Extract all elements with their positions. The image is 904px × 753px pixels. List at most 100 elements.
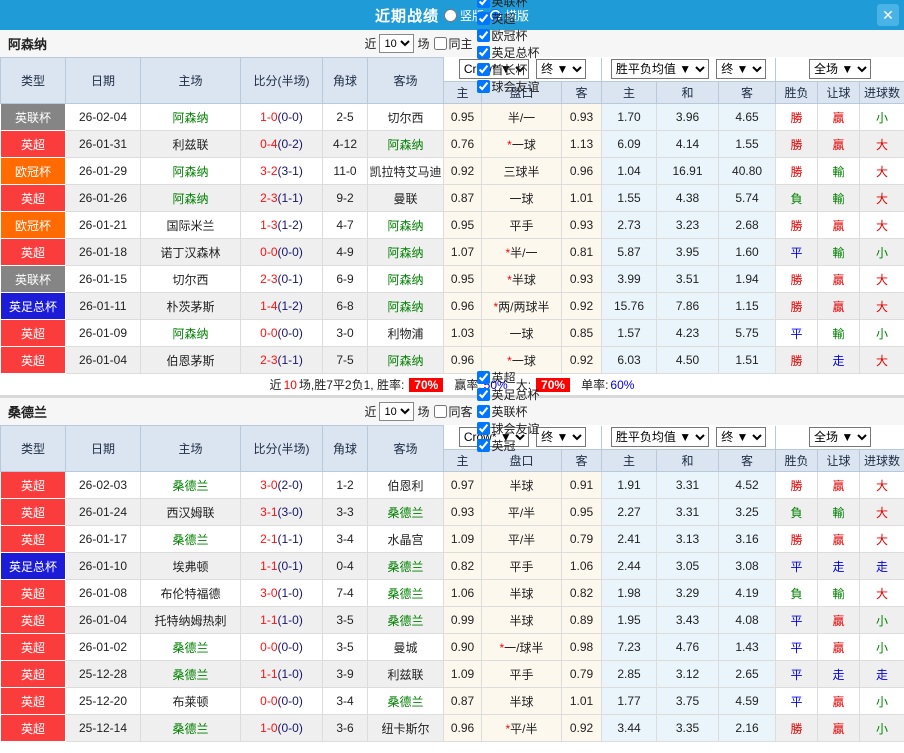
- handicap-line-cell: *半球: [481, 265, 562, 293]
- result-handicap-cell: 贏: [817, 606, 861, 634]
- scope-dropdown-group: 全场 ▼: [775, 425, 904, 450]
- handicap-away-odds-cell: 1.06: [560, 552, 603, 580]
- league-filter-checkbox[interactable]: [476, 439, 490, 452]
- league-filter-英超[interactable]: 英超: [476, 10, 540, 27]
- euro-home-odds-cell: 1.91: [601, 471, 658, 499]
- league-filter-checkbox[interactable]: [476, 388, 490, 401]
- league-filter-label: 英联杯: [491, 0, 528, 9]
- halftime-score: (0-0): [277, 721, 303, 735]
- match-type-cell: 英超: [0, 687, 66, 715]
- single-label: 单率:: [581, 378, 609, 392]
- handicap-home-odds-cell: 0.92: [443, 157, 482, 185]
- league-filter-checkbox[interactable]: [476, 28, 490, 42]
- handicap-line-text: 一/球半: [504, 640, 544, 655]
- euro-away-odds-cell: 1.51: [718, 346, 777, 374]
- league-filter-球会友谊[interactable]: 球会友谊: [476, 420, 540, 437]
- euro-home-odds-cell: 6.03: [601, 346, 658, 374]
- handicap-away-odds-cell: 0.92: [560, 346, 603, 374]
- corner-cell: 3-6: [322, 714, 368, 742]
- match-row: 英超 26-01-02 桑德兰 0-0(0-0) 3-5 曼城 0.90 *一/球半 0.98 7…: [0, 633, 904, 661]
- league-filter-checkbox[interactable]: [476, 0, 490, 8]
- result-wdl-cell: 平: [775, 238, 819, 266]
- home-team-cell: 阿森纳: [140, 184, 241, 212]
- league-filter-英联杯[interactable]: 英联杯: [476, 403, 540, 420]
- games-label: 场: [417, 405, 430, 419]
- handicap-away-odds-cell: 0.92: [560, 714, 603, 742]
- league-filters: 英超 英足总杯 英联杯 球会友谊 英冠: [476, 369, 540, 454]
- euro-draw-odds-cell: 3.75: [656, 687, 720, 715]
- match-row: 英超 26-02-03 桑德兰 3-0(2-0) 1-2 伯恩利 0.97 半球 0.91 1.9…: [0, 471, 904, 499]
- handicap-home-odds-cell: 1.09: [443, 525, 482, 553]
- home-team-cell: 诺丁汉森林: [140, 238, 241, 266]
- league-filter-checkbox[interactable]: [476, 79, 490, 93]
- handicap-away-odds-cell: 0.82: [560, 579, 603, 607]
- average-select[interactable]: 胜平负均值 ▼: [610, 59, 709, 80]
- euro-draw-odds-cell: 3.43: [656, 606, 720, 634]
- handicap-line-cell: 半/一: [481, 103, 562, 131]
- final-select-2[interactable]: 终 ▼: [716, 59, 767, 80]
- fulltime-score: 3-1: [260, 505, 278, 519]
- handicap-line-text: 半球: [509, 694, 534, 709]
- league-filter-英联杯[interactable]: 英联杯: [476, 0, 540, 10]
- result-wdl-cell: 負: [775, 579, 819, 607]
- euro-draw-odds-cell: 3.51: [656, 265, 720, 293]
- handicap-line-text: 平手: [509, 667, 534, 682]
- section-bar: 桑德兰 近 10 场 同客 英超 英足总杯 英联杯 球会友谊 英冠: [0, 371, 904, 453]
- recent-count-select[interactable]: 10: [379, 34, 415, 53]
- league-filters: 英联杯英超 欧冠杯 英足总杯 首长杯 球会友谊: [476, 0, 540, 95]
- home-team-cell: 桑德兰: [140, 525, 241, 553]
- league-filter-英冠[interactable]: 英冠: [476, 437, 540, 454]
- final-select-2[interactable]: 终 ▼: [716, 427, 767, 448]
- result-handicap-cell: 輸: [817, 498, 861, 526]
- average-select[interactable]: 胜平负均值 ▼: [610, 427, 709, 448]
- close-button[interactable]: ✕: [877, 4, 899, 26]
- final-select[interactable]: 终 ▼: [536, 59, 587, 80]
- handicap-away-odds-cell: 0.93: [560, 103, 603, 131]
- league-filter-英足总杯[interactable]: 英足总杯: [476, 386, 540, 403]
- away-team-cell: 阿森纳: [367, 211, 444, 239]
- league-filter-label: 英超: [491, 11, 516, 26]
- result-handicap-cell: 贏: [817, 211, 861, 239]
- same-venue-checkbox[interactable]: [433, 405, 447, 418]
- corner-cell: 2-5: [322, 103, 368, 131]
- match-row: 欧冠杯 26-01-29 阿森纳 3-2(3-1) 11-0 凯拉特艾马迪 0.92 三球半 0…: [0, 157, 904, 185]
- league-filter-英足总杯[interactable]: 英足总杯: [476, 44, 540, 61]
- final-select[interactable]: 终 ▼: [536, 427, 587, 448]
- league-filter-checkbox[interactable]: [476, 11, 490, 25]
- halftime-score: (0-1): [277, 272, 303, 286]
- match-type-cell: 英超: [0, 498, 66, 526]
- same-venue-checkbox[interactable]: [433, 37, 447, 50]
- away-team-cell: 曼联: [367, 184, 444, 212]
- handicap-line-cell: 一球: [481, 319, 562, 347]
- score-cell: 2-1(1-1): [240, 525, 323, 553]
- league-filter-label: 英超: [491, 371, 516, 385]
- handicap-line-text: 平/半: [510, 721, 538, 736]
- recent-count-select[interactable]: 10: [379, 402, 415, 421]
- section-arsenal: 阿森纳 近 10 场 同主 英联杯 英超 欧冠杯 英足总杯 首长杯 球会友谊 类型 日期 …: [0, 0, 904, 395]
- match-date-cell: 26-02-03: [65, 471, 141, 499]
- corner-cell: 3-0: [322, 319, 368, 347]
- league-filter-球会友谊[interactable]: 球会友谊: [476, 78, 540, 95]
- same-venue-filter[interactable]: 同客: [433, 403, 473, 420]
- euro-home-odds-cell: 3.99: [601, 265, 658, 293]
- euro-draw-odds-cell: 3.12: [656, 660, 720, 688]
- handicap-away-odds-cell: 0.79: [560, 660, 603, 688]
- home-team-cell: 桑德兰: [140, 660, 241, 688]
- same-venue-filter[interactable]: 同主: [433, 35, 473, 52]
- euro-away-odds-cell: 1.60: [718, 238, 777, 266]
- league-filter-checkbox[interactable]: [476, 45, 490, 59]
- scope-select[interactable]: 全场 ▼: [809, 427, 872, 448]
- scope-select[interactable]: 全场 ▼: [809, 59, 872, 80]
- league-filter-checkbox[interactable]: [476, 62, 490, 76]
- away-team-cell: 利兹联: [367, 660, 444, 688]
- match-row: 英超 26-01-24 西汉姆联 3-1(3-0) 3-3 桑德兰 0.93 平/半 0.95 2…: [0, 498, 904, 526]
- league-filter-checkbox[interactable]: [476, 422, 490, 435]
- league-filter-checkbox[interactable]: [476, 405, 490, 418]
- league-filter-首长杯[interactable]: 首长杯: [476, 61, 540, 78]
- league-filter-英超[interactable]: 英超: [476, 369, 540, 386]
- league-filter-checkbox[interactable]: [476, 371, 490, 384]
- score-cell: 1-0(0-0): [240, 714, 323, 742]
- league-filter-欧冠杯[interactable]: 欧冠杯: [476, 27, 540, 44]
- result-wdl-cell: 負: [775, 498, 819, 526]
- result-handicap-cell: 走: [817, 346, 861, 374]
